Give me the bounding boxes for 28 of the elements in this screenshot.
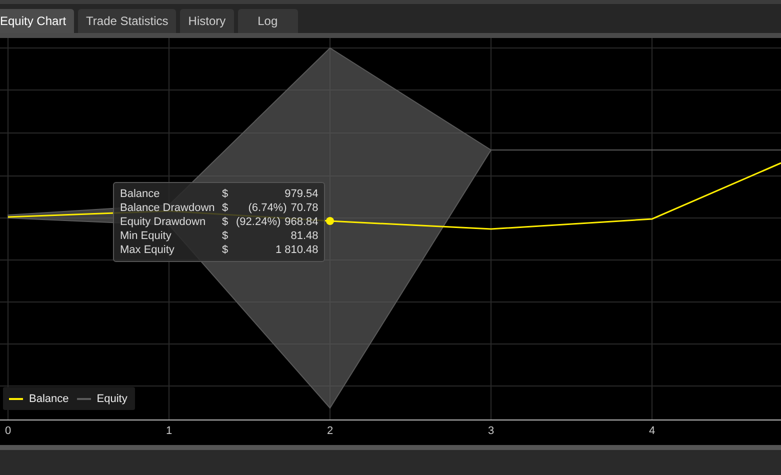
tooltip-value: 70.78 [290, 202, 318, 214]
currency-symbol: $ [222, 201, 230, 215]
axis-label: 4 [649, 425, 656, 437]
tab[interactable]: Equity Chart [0, 9, 74, 33]
legend-label: Balance [29, 392, 69, 404]
currency-symbol: $ [222, 215, 230, 229]
legend-label: Equity [96, 392, 128, 404]
axis-label: 0 [5, 425, 12, 437]
tab[interactable]: History [180, 9, 234, 33]
tooltip-label: Balance Drawdown [120, 201, 216, 215]
tooltip-value: 979.54 [284, 188, 318, 200]
percent-value: (6.74%) [248, 202, 287, 214]
axis-label: 2 [327, 425, 334, 437]
tooltip-value: 81.48 [290, 230, 318, 242]
tooltip-value: 968.84 [284, 216, 318, 228]
tab[interactable]: Log [238, 9, 298, 33]
tooltip-label: Max Equity [120, 243, 176, 257]
axis-label: 1 [166, 425, 172, 437]
tooltip-label: Min Equity [120, 229, 172, 243]
axis-label: 3 [488, 425, 494, 437]
currency-symbol: $ [222, 229, 230, 243]
tooltip-label: Equity Drawdown [120, 215, 207, 229]
currency-symbol: $ [222, 243, 230, 257]
tab[interactable]: Trade Statistics [78, 9, 176, 33]
tooltip-label: Balance [120, 187, 161, 201]
tooltip-value: 1 810.48 [275, 244, 318, 256]
percent-value: (92.24%) [236, 216, 281, 228]
currency-symbol: $ [222, 187, 230, 201]
